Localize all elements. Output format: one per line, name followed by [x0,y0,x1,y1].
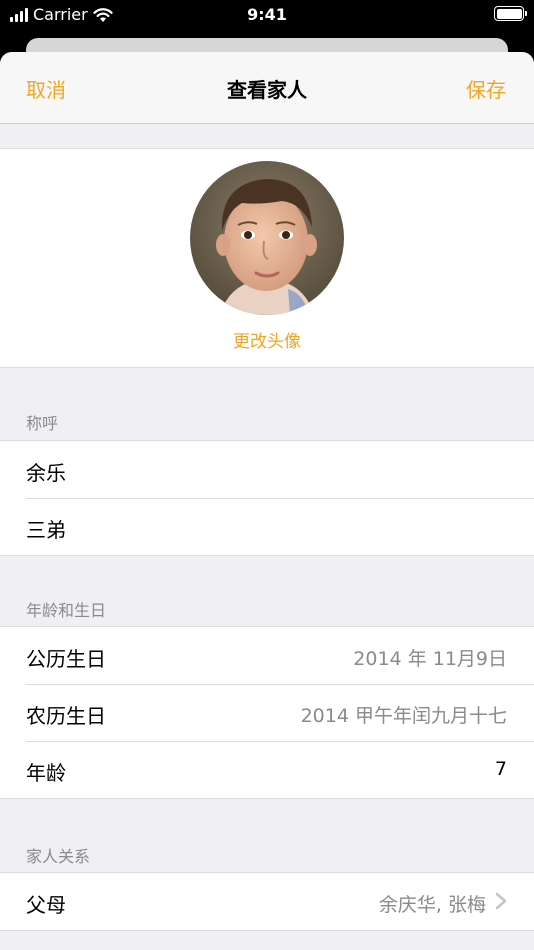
lunar-birthday-row[interactable]: 农历生日 2014 甲午年闰九月十七 [0,684,534,741]
solar-birthday-label: 公历生日 [26,647,106,671]
parents-row[interactable]: 父母 余庆华, 张梅 [0,873,534,930]
solar-birthday-row[interactable]: 公历生日 2014 年 11月9日 [0,627,534,684]
age-row: 年龄 7 [0,741,534,798]
nickname-value: 三弟 [26,518,66,542]
family-group: 父母 余庆华, 张梅 [0,872,534,931]
nav-bar: 取消 查看家人 保存 [0,52,534,124]
child-photo-image [190,161,344,315]
parents-value: 余庆华, 张梅 [378,894,486,916]
name-row-2[interactable]: 三弟 [0,498,534,555]
status-bar: Carrier 9:41 [0,0,534,30]
names-group: 余乐 三弟 [0,440,534,556]
age-value: 7 [494,758,507,780]
avatar[interactable] [190,161,344,315]
name-row-1[interactable]: 余乐 [0,441,534,498]
parents-label: 父母 [26,893,66,917]
age-label: 年龄 [26,761,66,785]
lunar-birthday-label: 农历生日 [26,704,106,728]
avatar-section: 更改头像 [0,148,534,368]
lunar-birthday-value: 2014 甲午年闰九月十七 [300,705,507,727]
save-button[interactable]: 保存 [466,74,506,103]
modal-sheet: 取消 查看家人 保存 更改头像 称呼 余乐 三弟 年龄和生日 公历生日 2014… [0,52,534,950]
battery-icon [494,6,527,21]
section-header-family: 家人关系 [26,847,91,866]
solar-birthday-value: 2014 年 11月9日 [353,648,507,670]
chevron-right-icon [495,892,507,910]
section-header-names: 称呼 [26,414,59,433]
age-group: 公历生日 2014 年 11月9日 农历生日 2014 甲午年闰九月十七 年龄 … [0,626,534,799]
page-title: 查看家人 [227,78,307,102]
status-time: 9:41 [247,5,287,24]
change-avatar-button[interactable]: 更改头像 [0,327,534,352]
name-value: 余乐 [26,461,66,485]
section-header-age: 年龄和生日 [26,601,107,620]
